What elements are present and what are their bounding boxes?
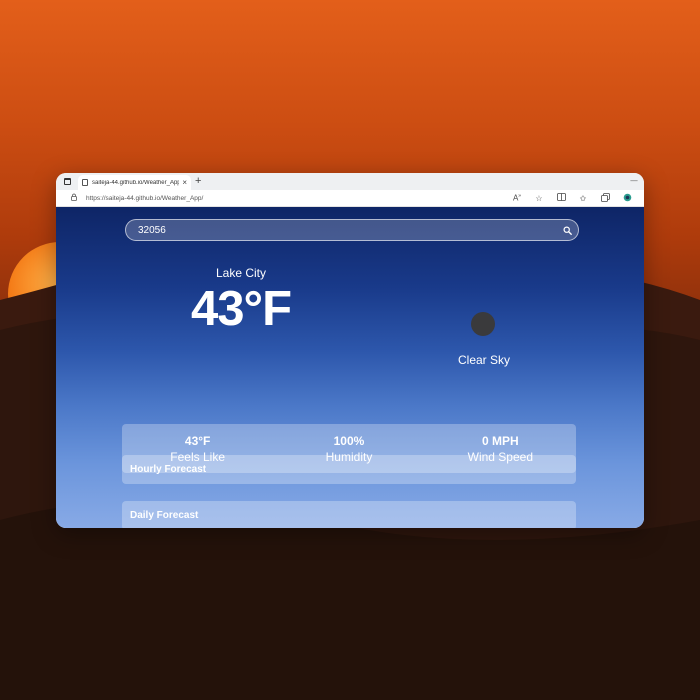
read-aloud-icon[interactable]: A»: [506, 193, 528, 203]
favorite-star-icon[interactable]: ☆: [528, 194, 550, 203]
address-bar: https://saiteja-44.github.io/Weather_App…: [56, 190, 644, 207]
tab-title: saiteja-44.github.io/Weather_App: [92, 179, 180, 186]
site-info-icon[interactable]: [68, 193, 80, 203]
search-bar: [125, 219, 579, 241]
favorites-icon[interactable]: ✩: [572, 194, 594, 203]
page-icon: [82, 179, 88, 186]
location-name: Lake City: [215, 266, 267, 280]
browser-window: saiteja-44.github.io/Weather_App × + — h…: [56, 173, 644, 528]
weather-condition-icon: [471, 312, 495, 336]
tab-close-icon[interactable]: ×: [182, 178, 187, 187]
collections-icon[interactable]: [594, 192, 616, 204]
split-screen-icon[interactable]: [550, 193, 572, 203]
minimize-button[interactable]: —: [630, 176, 638, 185]
weather-condition: Clear Sky: [457, 353, 510, 367]
url-field[interactable]: https://saiteja-44.github.io/Weather_App…: [86, 195, 506, 202]
hourly-forecast-panel[interactable]: Hourly Forecast: [122, 455, 576, 484]
browser-tab[interactable]: saiteja-44.github.io/Weather_App ×: [78, 175, 191, 190]
tab-actions-icon[interactable]: [61, 176, 73, 188]
copilot-icon[interactable]: [616, 193, 638, 204]
feels-like-value: 43°F: [184, 433, 211, 448]
search-icon[interactable]: [556, 226, 578, 235]
daily-forecast-title: Daily Forecast: [130, 510, 199, 521]
daily-forecast-panel[interactable]: Daily Forecast: [122, 501, 576, 528]
hourly-forecast-title: Hourly Forecast: [130, 464, 207, 475]
current-temperature: 43°F: [190, 282, 292, 336]
weather-app: Lake City 43°F Clear Sky 43°F Feels Like…: [56, 207, 644, 528]
search-input[interactable]: [126, 223, 556, 237]
new-tab-button[interactable]: +: [195, 176, 201, 187]
tab-bar: saiteja-44.github.io/Weather_App × + —: [56, 173, 644, 190]
humidity-value: 100%: [333, 433, 365, 448]
wind-speed-value: 0 MPH: [481, 433, 519, 448]
